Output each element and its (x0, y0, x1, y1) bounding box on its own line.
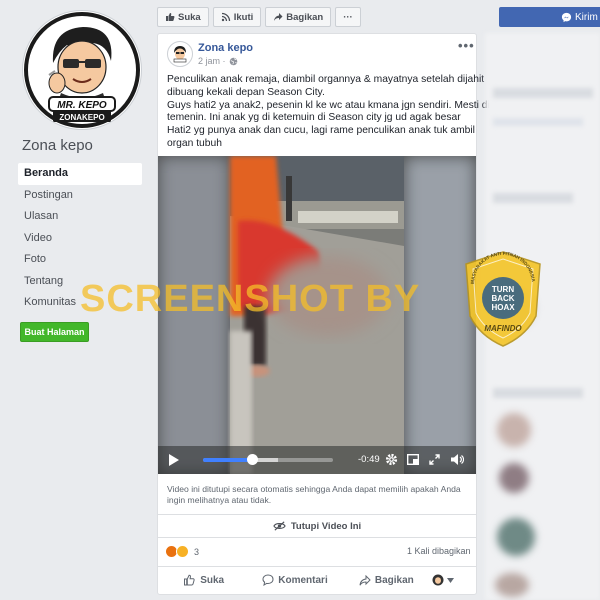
play-icon[interactable] (168, 454, 179, 466)
post-timestamp[interactable]: 2 jam · (198, 56, 238, 66)
post-text-line: Guys hati2 ya anak2, pesenin kl ke wc at… (167, 99, 490, 111)
post-options-button[interactable]: ••• (458, 38, 475, 53)
post-time-text: 2 jam · (198, 56, 226, 66)
post-text-line: temenin. Ini anak yg di ketemuin di Seas… (167, 112, 461, 124)
mr-kepo-logo: MR. KEPO ZONAKEPO (24, 12, 140, 128)
video-time-remaining: -0:49 (358, 454, 380, 465)
badge-line-2: BACK (491, 294, 514, 303)
share-page-button[interactable]: Bagikan (265, 7, 332, 27)
post-text-line: dibuang kekali depan Season City. (167, 86, 325, 98)
comment-bubble-icon (262, 574, 274, 586)
nav-item-ulasan[interactable]: Ulasan (18, 206, 142, 228)
hide-video-label: Tutupi Video Ini (290, 520, 362, 532)
share-icon (359, 574, 371, 585)
thumbs-up-outline-icon (184, 574, 195, 586)
video-controls: -0:49 (158, 446, 476, 474)
post-author-avatar[interactable] (167, 41, 193, 67)
post-actions: Suka Komentari Bagikan (158, 566, 476, 593)
share-page-label: Bagikan (286, 11, 324, 23)
post-as-selector[interactable] (432, 574, 476, 586)
nav-item-foto[interactable]: Foto (18, 249, 142, 271)
video-progress-fill (203, 458, 253, 462)
follow-page-button[interactable]: Ikuti (212, 7, 262, 27)
like-page-button[interactable]: Suka (157, 7, 209, 27)
thumbs-up-icon (166, 13, 175, 21)
svg-text:MR. KEPO: MR. KEPO (57, 100, 107, 111)
page-avatar-icon (432, 574, 444, 586)
svg-text:ZONAKEPO: ZONAKEPO (59, 113, 104, 122)
create-page-button[interactable]: Buat Halaman (20, 322, 89, 342)
badge-line-3: HOAX (491, 303, 515, 312)
like-page-label: Suka (178, 11, 201, 23)
share-post-button[interactable]: Bagikan (341, 574, 432, 586)
send-message-button[interactable]: Kirim (499, 7, 600, 27)
like-post-label: Suka (200, 574, 225, 586)
rss-icon (221, 12, 230, 22)
share-arrow-icon (274, 13, 283, 21)
mafindo-shield-logo: MASYARAKAT ANTI FITNAH INDONESIA TURN BA… (465, 251, 541, 347)
reaction-count: 3 (194, 546, 200, 557)
page-action-bar: Suka Ikuti Bagikan ··· (157, 7, 361, 27)
post-author-name[interactable]: Zona kepo (198, 42, 253, 54)
nav-item-postingan[interactable]: Postingan (18, 185, 142, 207)
mr-kepo-avatar-icon (169, 43, 191, 65)
fullscreen-icon[interactable] (429, 454, 440, 465)
globe-icon (229, 57, 237, 65)
video-progress-track[interactable] (203, 454, 333, 465)
post-text: Penculikan anak remaja, diambil organnya… (167, 74, 490, 151)
eye-slash-icon (273, 521, 286, 531)
badge-bottom: MAFINDO (484, 324, 522, 333)
comment-button[interactable]: Komentari (249, 574, 340, 586)
comment-label: Komentari (278, 574, 328, 586)
post-text-line: organ tubuh (167, 137, 222, 149)
badge-line-1: TURN (492, 285, 514, 294)
send-message-label: Kirim (575, 11, 598, 23)
picture-in-picture-icon[interactable] (407, 454, 419, 465)
page-profile-picture[interactable]: MR. KEPO ZONAKEPO (22, 10, 142, 130)
like-post-button[interactable]: Suka (158, 574, 249, 586)
share-post-label: Bagikan (374, 574, 414, 586)
hide-video-button[interactable]: Tutupi Video Ini (158, 514, 476, 538)
volume-icon[interactable] (450, 453, 464, 466)
post-text-line: Hati2 yg punya anak dan cucu, lagi rame … (167, 125, 475, 137)
page-title: Zona kepo (22, 137, 93, 154)
post-text-line: Penculikan anak remaja, diambil organnya… (167, 74, 485, 85)
reactions-summary[interactable]: 3 (165, 545, 199, 558)
settings-gear-icon[interactable] (385, 453, 398, 466)
more-options-button[interactable]: ··· (335, 7, 361, 27)
video-content-notice: Video ini ditutupi secara otomatis sehin… (167, 484, 461, 505)
wow-reaction-icon (176, 545, 189, 558)
watermark-text: SCREENSHOT BY (80, 278, 421, 320)
nav-item-video[interactable]: Video (18, 228, 142, 250)
nav-item-beranda[interactable]: Beranda (18, 163, 142, 185)
chevron-down-icon (446, 577, 454, 583)
follow-page-label: Ikuti (233, 11, 254, 23)
share-count[interactable]: 1 Kali dibagikan (407, 546, 471, 556)
mafindo-turnbackhoax-badge: MASYARAKAT ANTI FITNAH INDONESIA TURN BA… (462, 250, 544, 348)
messenger-icon (561, 12, 572, 22)
